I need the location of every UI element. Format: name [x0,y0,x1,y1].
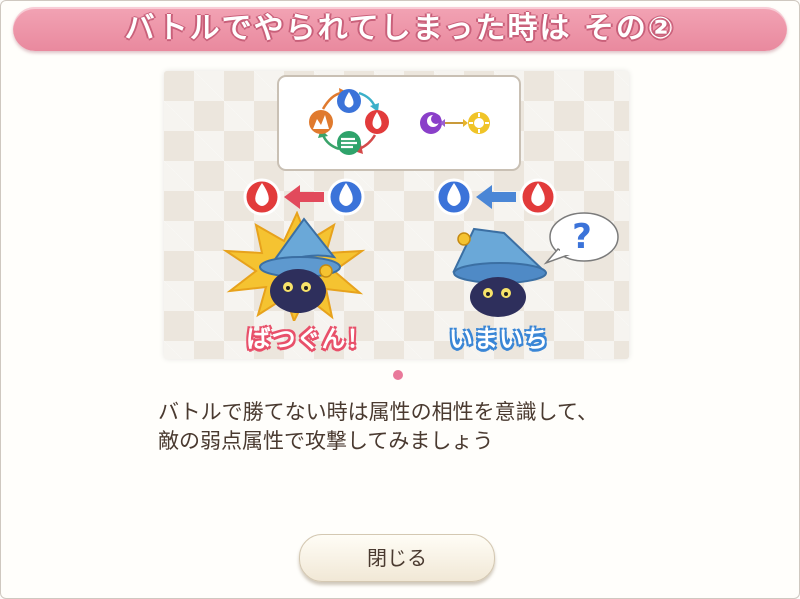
wind-orb [337,131,361,155]
body-line-2: 敵の弱点属性で攻撃してみましょう [158,429,494,453]
weak-caption: いまいち [449,325,549,353]
dark-light-arrow [440,119,468,127]
earth-orb [309,110,333,134]
page-indicator-dot [393,370,403,380]
arrow-wind-to-earth [321,134,340,151]
fire-orb-attacker [519,178,557,216]
dialog-title: バトルでやられてしまった時は その② [124,11,676,46]
dialog-frame: バトルでやられてしまった時は その② ? ばつぐん！ いまいち バトルで勝てない… [0,0,800,599]
water-orb-target [435,178,473,216]
blue-arrow-left-icon [476,185,516,209]
question-mark: ? [572,217,592,257]
red-arrow-left-icon [284,185,324,209]
mage-character-right [452,227,547,317]
character-hit-effective [222,211,366,321]
affinity-chart-graphic [309,88,490,155]
fire-orb [365,110,389,134]
effective-caption: ばつぐん！ [246,325,372,353]
fire-orb-target [243,178,281,216]
title-bar: バトルでやられてしまった時は その② [13,7,787,51]
dialog-body: バトルで勝てない時は属性の相性を意識して、 敵の弱点属性で攻撃してみましょう [158,398,678,456]
arrow-water-to-fire [358,91,377,108]
dark-orb [420,112,442,134]
water-orb-attacker [327,178,365,216]
body-line-1: バトルで勝てない時は属性の相性を意識して、 [158,400,598,424]
close-button[interactable]: 閉じる [299,534,495,582]
water-orb [337,89,361,113]
affinity-chart [277,75,521,171]
light-orb [468,112,490,134]
tutorial-illustration: ? ばつぐん！ いまいち [164,71,629,359]
